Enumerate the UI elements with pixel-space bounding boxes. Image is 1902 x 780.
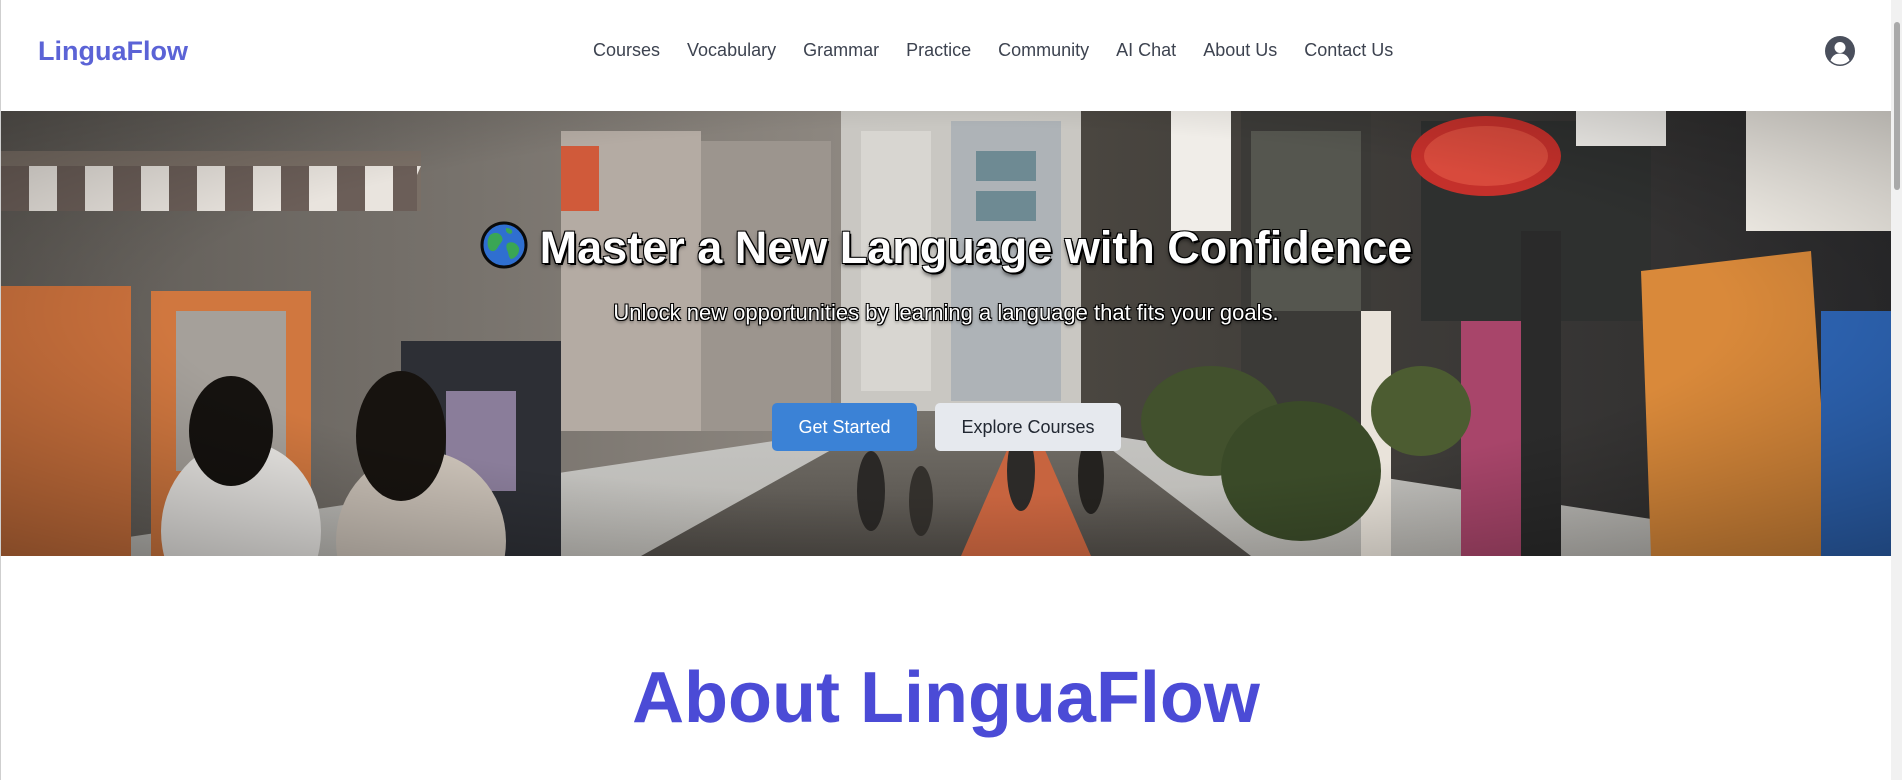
nav-about-us[interactable]: About Us	[1203, 40, 1277, 61]
nav-ai-chat[interactable]: AI Chat	[1116, 40, 1176, 61]
scrollbar-thumb[interactable]	[1894, 22, 1900, 190]
hero-background-image	[1, 111, 1891, 556]
hero-title-wrapper: Master a New Language with Confidence	[1, 221, 1891, 274]
about-title: About LinguaFlow	[632, 658, 1260, 738]
vertical-scrollbar[interactable]	[1891, 0, 1902, 780]
main-nav: Courses Vocabulary Grammar Practice Comm…	[593, 40, 1420, 61]
nav-courses[interactable]: Courses	[593, 40, 660, 61]
nav-contact-us[interactable]: Contact Us	[1304, 40, 1393, 61]
get-started-button[interactable]: Get Started	[772, 403, 917, 451]
hero-section: Master a New Language with Confidence Un…	[1, 111, 1891, 556]
brand-logo[interactable]: LinguaFlow	[38, 36, 188, 67]
page: LinguaFlow Courses Vocabulary Grammar Pr…	[0, 0, 1902, 780]
nav-community[interactable]: Community	[998, 40, 1089, 61]
user-circle-icon[interactable]	[1824, 35, 1856, 67]
navbar: LinguaFlow Courses Vocabulary Grammar Pr…	[1, 0, 1891, 111]
nav-practice[interactable]: Practice	[906, 40, 971, 61]
hero-title: Master a New Language with Confidence	[539, 222, 1413, 273]
nav-grammar[interactable]: Grammar	[803, 40, 879, 61]
globe-icon	[480, 221, 528, 269]
hero-buttons: Get Started Explore Courses	[772, 403, 1121, 451]
explore-courses-button[interactable]: Explore Courses	[935, 403, 1121, 451]
hero-subtitle: Unlock new opportunities by learning a l…	[613, 300, 1279, 325]
nav-vocabulary[interactable]: Vocabulary	[687, 40, 776, 61]
